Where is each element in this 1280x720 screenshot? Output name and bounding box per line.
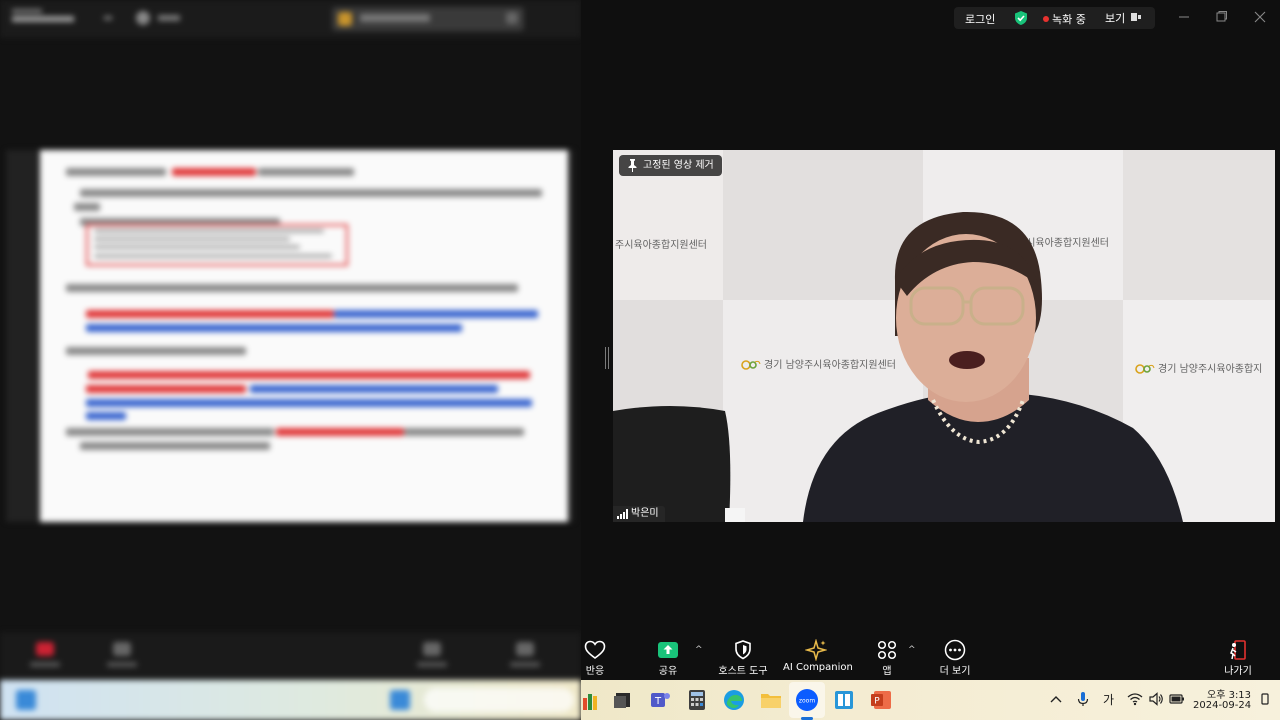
blurred-search xyxy=(332,7,524,31)
more-label: 더 보기 xyxy=(939,666,971,677)
show-desktop-notification-icon[interactable] xyxy=(1257,691,1273,707)
blurred-app-logo xyxy=(12,9,74,22)
apps-options-chevron-icon[interactable]: ^ xyxy=(908,645,916,655)
ai-sparkle-icon xyxy=(805,639,827,661)
split-divider-handle[interactable] xyxy=(605,347,609,369)
taskbar-edge-icon[interactable] xyxy=(722,688,746,712)
chair-shape xyxy=(613,406,731,522)
view-button[interactable]: 보기 xyxy=(1105,10,1125,26)
wifi-icon[interactable] xyxy=(1127,691,1143,707)
reactions-button[interactable]: 반응 xyxy=(581,638,609,678)
show-hidden-icons-chevron-icon[interactable] xyxy=(1048,691,1064,707)
blurred-title-bar xyxy=(0,0,581,38)
share-options-chevron-icon[interactable]: ^ xyxy=(695,645,703,655)
battery-icon[interactable] xyxy=(1169,691,1185,707)
host-shield-icon xyxy=(735,640,751,660)
maximize-icon[interactable] xyxy=(1214,10,1228,24)
participant-video-figure xyxy=(803,211,1183,522)
recording-dot-icon xyxy=(1043,16,1049,22)
leave-meeting-button[interactable]: 나가기 xyxy=(1221,638,1255,678)
blurred-document xyxy=(40,150,568,522)
minimize-icon[interactable] xyxy=(1177,10,1191,24)
screen: 로그인 녹화 중 보기 주시육아종합지원센터 주시육아종합지원센터 경기 남양주… xyxy=(0,0,1280,720)
blurred-taskbar xyxy=(0,680,581,720)
security-shield-icon[interactable] xyxy=(1013,10,1029,26)
microphone-icon[interactable] xyxy=(1075,691,1091,707)
more-dots-icon xyxy=(944,639,966,661)
login-button[interactable]: 로그인 xyxy=(965,11,995,27)
center-logo-icon xyxy=(741,360,761,370)
taskbar-zoom-icon[interactable]: zoom xyxy=(795,688,819,712)
share-label: 공유 xyxy=(658,666,678,677)
windows-taskbar: T zoom P 가 오후 3:13 2024-09-24 xyxy=(581,680,1280,720)
taskbar-app-bars-icon[interactable] xyxy=(581,688,605,712)
ai-companion-label: AI Companion xyxy=(783,662,853,673)
pin-icon xyxy=(628,159,637,172)
taskbar-time[interactable]: 오후 3:13 xyxy=(1207,686,1251,701)
leave-label: 나가기 xyxy=(1224,666,1252,677)
recording-indicator[interactable]: 녹화 중 xyxy=(1052,11,1086,27)
blurred-content xyxy=(0,0,581,720)
svg-text:zoom: zoom xyxy=(799,698,815,705)
share-screen-button[interactable]: 공유 xyxy=(653,638,683,678)
svg-text:P: P xyxy=(874,697,880,707)
volume-icon[interactable] xyxy=(1148,691,1164,707)
participant-name-tag: 박은미 xyxy=(613,506,665,522)
reactions-label: 반응 xyxy=(585,666,605,677)
share-screen-icon xyxy=(658,642,678,658)
signal-strength-icon xyxy=(617,509,628,519)
ai-companion-button[interactable]: AI Companion xyxy=(783,638,853,678)
leave-door-icon xyxy=(1230,640,1246,660)
host-tools-label: 호스트 도구 xyxy=(718,666,768,677)
apps-button[interactable]: 앱 xyxy=(875,638,899,678)
meeting-top-bar: 로그인 녹화 중 보기 xyxy=(581,0,1280,38)
blurred-toolbar xyxy=(0,632,581,680)
video-tile[interactable]: 주시육아종합지원센터 주시육아종합지원센터 경기 남양주시육아종합지원센터 경기… xyxy=(613,150,1275,522)
close-window-icon[interactable] xyxy=(1253,10,1267,24)
taskbar-date[interactable]: 2024-09-24 xyxy=(1193,700,1251,711)
taskbar-teams-icon[interactable]: T xyxy=(648,688,672,712)
taskbar-powerpoint-icon[interactable]: P xyxy=(869,688,893,712)
taskbar-task-view-icon[interactable] xyxy=(611,688,635,712)
taskbar-calculator-icon[interactable] xyxy=(685,688,709,712)
unpin-video-button[interactable]: 고정된 영상 제거 xyxy=(619,155,722,176)
blurred-region xyxy=(0,0,581,720)
participant-name: 박은미 xyxy=(631,508,659,519)
heart-icon xyxy=(584,640,606,659)
more-button[interactable]: 더 보기 xyxy=(937,638,973,678)
svg-text:T: T xyxy=(654,696,662,707)
input-method-indicator[interactable]: 가 xyxy=(1103,691,1114,708)
meeting-toolbar: 반응 공유 ^ 호스트 도구 AI Companion 앱 ^ 더 보기 나가기 xyxy=(581,632,1280,680)
taskbar-notes-app-icon[interactable] xyxy=(832,688,856,712)
unpin-video-label: 고정된 영상 제거 xyxy=(643,160,714,171)
backdrop-text-left: 주시육아종합지원센터 xyxy=(615,240,707,251)
host-tools-button[interactable]: 호스트 도구 xyxy=(715,638,771,678)
apps-icon xyxy=(877,640,897,660)
taskbar-file-explorer-icon[interactable] xyxy=(759,688,783,712)
view-layout-icon[interactable] xyxy=(1131,12,1141,22)
apps-label: 앱 xyxy=(882,666,892,677)
